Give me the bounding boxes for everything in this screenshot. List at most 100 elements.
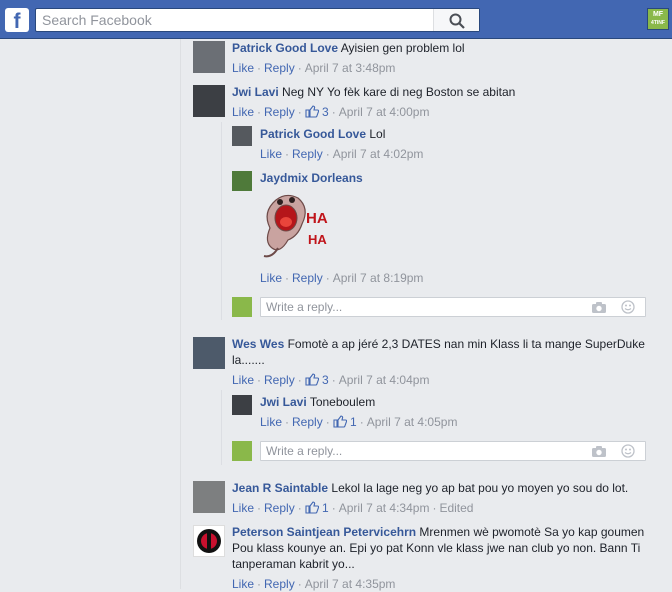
timestamp[interactable]: April 7 at 4:04pm [339,373,430,387]
like-link[interactable]: Like [260,415,282,429]
thumbs-up-icon [305,105,319,118]
comment-actions: Like · Reply · April 7 at 4:02pm [260,147,424,161]
reply: Patrick Good Love Lol [260,126,385,142]
comment: Patrick Good Love Ayisien gen problem lo… [232,40,465,56]
comment-actions: Like · Reply · April 7 at 4:35pm [232,577,396,591]
like-count-value: 1 [322,501,329,515]
profile-avatar[interactable]: MF 4TINF [647,8,669,30]
reply-thread-line [221,122,222,320]
reply: Jwi Lavi Toneboulem [260,394,375,410]
like-link[interactable]: Like [232,105,254,119]
haha-sticker[interactable]: HA HA [258,188,338,264]
commenter-name[interactable]: Patrick Good Love [232,41,338,55]
avatar[interactable] [193,41,225,73]
emoji-icon[interactable] [621,300,635,314]
commenter-name[interactable]: Peterson Saintjean Petervicehrn [232,525,416,539]
avatar[interactable] [232,395,252,415]
like-count[interactable]: 3 [305,373,329,387]
avatar[interactable] [232,126,252,146]
avatar[interactable] [193,85,225,117]
comment-text-cont: tanperaman kabrit yo... [232,557,355,571]
top-navigation-bar: f MF 4TINF [0,0,672,39]
like-link[interactable]: Like [232,373,254,387]
timestamp[interactable]: April 7 at 3:48pm [305,61,396,75]
timestamp[interactable]: April 7 at 4:00pm [339,105,430,119]
search-box [35,8,480,32]
thumbs-up-icon [333,415,347,428]
search-icon [449,13,465,29]
comment-actions: Like · Reply · April 7 at 8:19pm [260,271,424,285]
comment-actions: Like · Reply · 3 · April 7 at 4:04pm [232,373,430,387]
like-count[interactable]: 1 [305,501,329,515]
facebook-logo-icon[interactable]: f [5,8,29,32]
profile-badge-top: MF [652,11,664,18]
like-count[interactable]: 3 [305,105,329,119]
search-input[interactable] [42,11,432,29]
emoji-icon[interactable] [621,444,635,458]
commenter-name[interactable]: Jaydmix Dorleans [260,171,363,185]
timestamp[interactable]: April 7 at 4:02pm [333,147,424,161]
thumbs-up-icon [305,501,319,514]
timestamp[interactable]: April 7 at 8:19pm [333,271,424,285]
left-column [0,39,181,589]
comment-actions: Like · Reply · 3 · April 7 at 4:00pm [232,105,430,119]
profile-badge-bottom: 4TINF [651,20,665,26]
edited-label[interactable]: Edited [439,501,473,515]
comment: Peterson Saintjean Petervicehrn Mrenmen … [232,524,662,572]
reply-box [260,441,646,461]
thumbs-up-icon [305,373,319,386]
comment: Wes Wes Fomotè a ap jéré 2,3 DATES nan m… [232,336,652,368]
avatar[interactable] [193,481,225,513]
reply-link[interactable]: Reply [264,373,295,387]
reply-link[interactable]: Reply [292,147,323,161]
reply-link[interactable]: Reply [264,61,295,75]
timestamp[interactable]: April 7 at 4:05pm [367,415,458,429]
camera-icon[interactable] [591,445,607,458]
reply-input[interactable] [266,444,546,458]
comment-text: Lekol la lage neg yo ap bat pou yo moyen… [331,481,629,495]
sticker-text-bottom: HA [308,232,327,247]
like-count[interactable]: 1 [333,415,357,429]
comment-text: Neg NY Yo fèk kare di neg Boston se abit… [282,85,516,99]
current-user-avatar [232,441,252,461]
like-link[interactable]: Like [232,501,254,515]
reply-link[interactable]: Reply [264,501,295,515]
comment-text: Fomotè a ap jéré 2,3 DATES nan min Klass… [287,337,645,351]
camera-icon[interactable] [591,301,607,314]
comment-text: Ayisien gen problem lol [340,41,465,55]
reply-thread-line [221,390,222,465]
comment: Jwi Lavi Neg NY Yo fèk kare di neg Bosto… [232,84,515,100]
timestamp[interactable]: April 7 at 4:34pm [339,501,430,515]
comment-actions: Like · Reply · 1 · April 7 at 4:05pm [260,415,458,429]
commenter-name[interactable]: Jean R Saintable [232,481,328,495]
comment-text: Lol [369,127,386,141]
reply-link[interactable]: Reply [264,105,295,119]
like-link[interactable]: Like [260,271,282,285]
commenter-name[interactable]: Jwi Lavi [260,395,307,409]
like-link[interactable]: Like [260,147,282,161]
comment-text-cont: Pou klass kounye an. Epi yo pat Konn vle… [232,541,641,555]
reply-input[interactable] [266,300,546,314]
comment: Jean R Saintable Lekol la lage neg yo ap… [232,480,628,496]
like-count-value: 3 [322,373,329,387]
reply-box [260,297,646,317]
comment-actions: Like · Reply · 1 · April 7 at 4:34pm · Edited [232,501,474,515]
current-user-avatar [232,297,252,317]
like-count-value: 1 [350,415,357,429]
commenter-name[interactable]: Patrick Good Love [260,127,366,141]
sticker-text-top: HA [306,210,328,227]
reply-link[interactable]: Reply [292,271,323,285]
avatar[interactable] [193,337,225,369]
comment-actions: Like · Reply · April 7 at 3:48pm [232,61,396,75]
comment-text: Mrenmen wè pwomotè Sa yo kap goumen [419,525,645,539]
like-link[interactable]: Like [232,61,254,75]
commenter-name[interactable]: Jwi Lavi [232,85,279,99]
commenter-name[interactable]: Wes Wes [232,337,284,351]
like-count-value: 3 [322,105,329,119]
reply-link[interactable]: Reply [292,415,323,429]
avatar[interactable] [232,171,252,191]
avatar[interactable] [193,525,225,557]
search-button[interactable] [433,9,479,31]
reply: Jaydmix Dorleans [260,170,363,186]
club-crest-icon [197,529,221,553]
